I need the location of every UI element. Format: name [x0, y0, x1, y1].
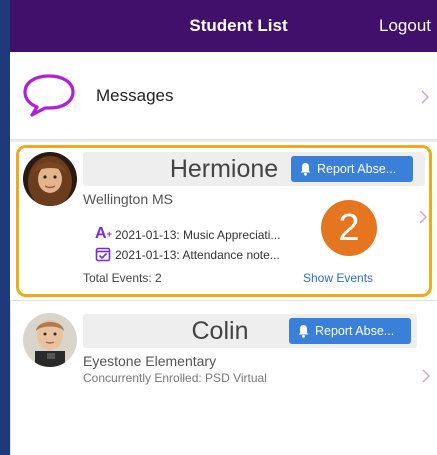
bell-icon: [298, 325, 309, 338]
chevron-right-icon: [419, 210, 427, 224]
report-absence-label: Report Abse...: [317, 162, 397, 176]
logout-button[interactable]: Logout: [379, 0, 431, 52]
report-absence-button[interactable]: Report Abse...: [289, 318, 411, 344]
page-title: Student List: [189, 16, 288, 35]
calendar-check-icon: [95, 247, 111, 262]
report-absence-label: Report Abse...: [315, 324, 395, 338]
step-number-badge: 2: [321, 200, 377, 256]
messages-row[interactable]: Messages: [10, 52, 437, 140]
app-frame: Student List Logout Messages Hermione Re…: [10, 0, 437, 455]
student-card-colin[interactable]: Colin Report Abse... Eyestone Elementary…: [10, 300, 437, 455]
enrollment-info: Concurrently Enrolled: PSD Virtual: [83, 371, 267, 385]
avatar: [23, 152, 77, 206]
total-events: Total Events: 2: [83, 271, 162, 285]
school-name: Eyestone Elementary: [83, 353, 217, 369]
show-events-link[interactable]: Show Events: [303, 271, 373, 285]
bell-icon: [300, 163, 311, 176]
chat-bubble-icon: [23, 74, 75, 117]
nav-bar: Student List Logout: [10, 0, 437, 52]
messages-label: Messages: [96, 86, 174, 105]
student-card-hermione[interactable]: Hermione Report Abse... Wellington MS A+…: [16, 145, 432, 297]
school-name: Wellington MS: [83, 191, 174, 207]
divider: [10, 140, 437, 142]
report-absence-button[interactable]: Report Abse...: [291, 156, 413, 182]
event-item: 2021-01-13: Music Appreciati...: [115, 228, 281, 242]
chevron-right-icon: [422, 369, 430, 383]
event-item: 2021-01-13: Attendance note...: [115, 248, 280, 262]
grade-a-icon: A+: [95, 225, 112, 242]
chevron-right-icon: [421, 90, 429, 104]
avatar: [23, 313, 77, 367]
